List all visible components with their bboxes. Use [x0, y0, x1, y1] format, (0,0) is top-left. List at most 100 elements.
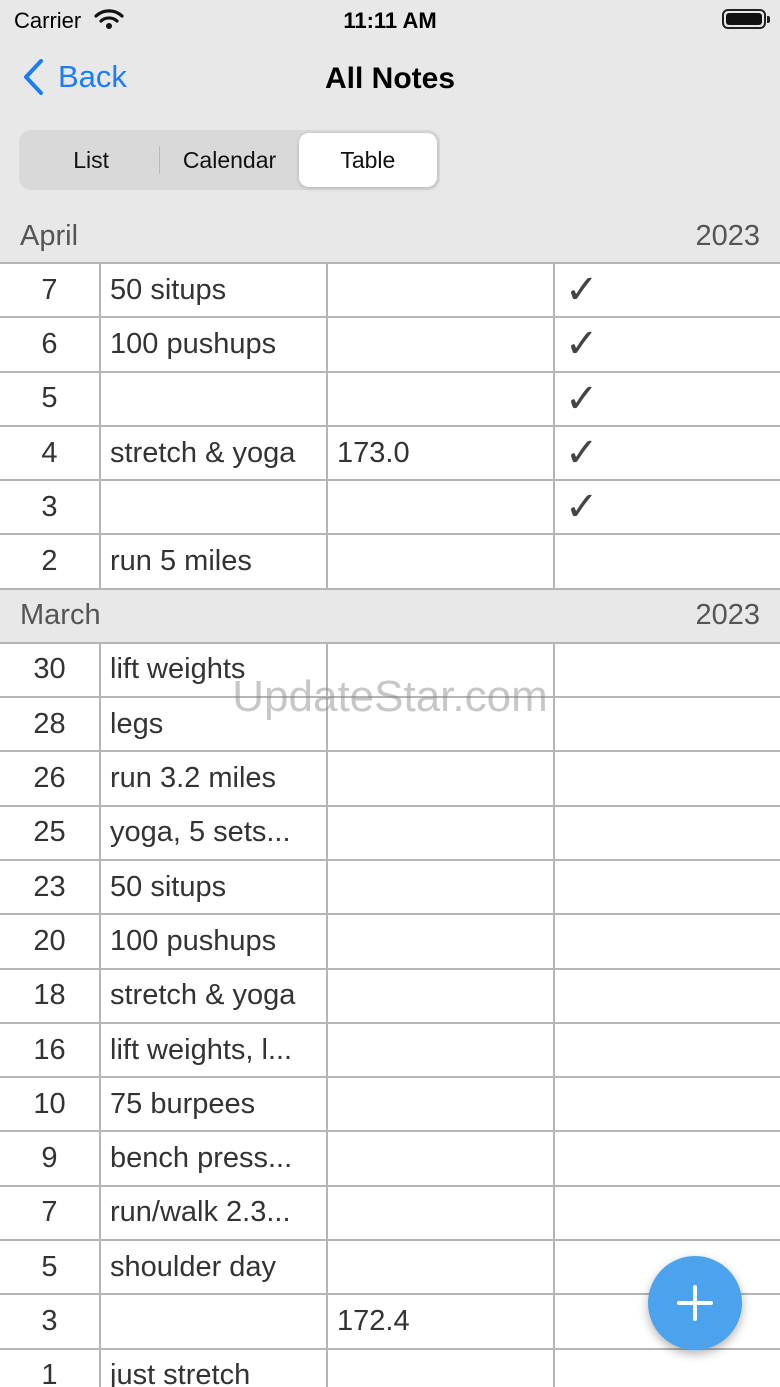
table-row[interactable]: 18 stretch & yoga: [0, 969, 780, 1024]
section-month: April: [20, 219, 79, 252]
table-row[interactable]: 1 just stretch: [0, 1349, 780, 1387]
add-note-button[interactable]: [648, 1256, 742, 1350]
day-cell: 26: [0, 752, 101, 805]
battery-icon: [722, 9, 770, 29]
table-row[interactable]: 6 100 pushups ✓: [0, 318, 780, 373]
check-cell: [555, 752, 780, 804]
check-cell: [555, 807, 780, 859]
note-cell: legs: [101, 698, 328, 751]
value-cell: [328, 264, 555, 317]
table-row[interactable]: 9 bench press...: [0, 1132, 780, 1187]
day-cell: 10: [0, 1078, 101, 1131]
section-month: March: [20, 599, 101, 632]
day-cell: 5: [0, 1241, 101, 1294]
check-cell: [555, 644, 780, 696]
value-cell: 172.4: [328, 1295, 555, 1348]
value-cell: [328, 752, 555, 805]
navigation-bar: Back All Notes List Calendar Table: [0, 40, 780, 210]
day-cell: 3: [0, 481, 101, 534]
note-cell: 75 burpees: [101, 1078, 328, 1131]
check-cell: [555, 915, 780, 967]
day-cell: 5: [0, 372, 101, 425]
day-cell: 4: [0, 426, 101, 480]
table-row[interactable]: 16 lift weights, l...: [0, 1023, 780, 1079]
value-cell: [328, 481, 555, 534]
value-cell: [328, 643, 555, 697]
check-cell: [555, 1024, 780, 1076]
note-cell: bench press...: [101, 1132, 328, 1185]
table-row[interactable]: 28 legs: [0, 698, 780, 753]
table-row[interactable]: 5 ✓: [0, 372, 780, 427]
status-bar: Carrier 11:11 AM: [0, 0, 780, 40]
segment-list[interactable]: List: [22, 133, 161, 187]
section-year: 2023: [695, 219, 760, 252]
note-cell: run 5 miles: [101, 535, 328, 588]
check-cell: [555, 861, 780, 913]
day-cell: 20: [0, 915, 101, 968]
checkmark-icon: ✓: [565, 375, 599, 422]
table-row[interactable]: 7 50 situps ✓: [0, 264, 780, 319]
day-cell: 2: [0, 535, 101, 588]
day-cell: 16: [0, 1023, 101, 1077]
check-cell: [555, 1132, 780, 1184]
table-row[interactable]: 2 run 5 miles: [0, 535, 780, 590]
table-row[interactable]: 4 stretch & yoga 173.0 ✓: [0, 426, 780, 482]
table-row[interactable]: 3 ✓: [0, 481, 780, 536]
checkmark-icon: ✓: [565, 430, 599, 477]
table-row[interactable]: 30 lift weights: [0, 643, 780, 699]
notes-table[interactable]: April 2023 7 50 situps ✓ 6 100 pushups ✓…: [0, 210, 780, 1387]
value-cell: [328, 1349, 555, 1387]
section-header-april: April 2023: [0, 210, 780, 264]
value-cell: [328, 1023, 555, 1077]
table-row[interactable]: 10 75 burpees: [0, 1078, 780, 1133]
note-cell: stretch & yoga: [101, 426, 328, 480]
table-row[interactable]: 25 yoga, 5 sets...: [0, 806, 780, 861]
note-cell: shoulder day: [101, 1241, 328, 1294]
page-title: All Notes: [324, 62, 456, 95]
view-mode-segmented-control: List Calendar Table: [19, 130, 440, 190]
note-cell: 50 situps: [101, 264, 328, 317]
note-cell: lift weights: [101, 643, 328, 697]
table-row[interactable]: 7 run/walk 2.3...: [0, 1186, 780, 1242]
day-cell: 3: [0, 1295, 101, 1348]
table-row[interactable]: 26 run 3.2 miles: [0, 752, 780, 807]
plus-icon: [677, 1285, 713, 1321]
day-cell: 7: [0, 1186, 101, 1240]
note-cell: 50 situps: [101, 860, 328, 914]
check-cell: [555, 1187, 780, 1239]
day-cell: 7: [0, 264, 101, 317]
value-cell: [328, 969, 555, 1022]
note-cell: [101, 1295, 328, 1348]
table-row[interactable]: 20 100 pushups: [0, 915, 780, 970]
note-cell: [101, 372, 328, 425]
day-cell: 28: [0, 698, 101, 751]
value-cell: [328, 915, 555, 968]
note-cell: lift weights, l...: [101, 1023, 328, 1077]
day-cell: 23: [0, 860, 101, 914]
value-cell: [328, 318, 555, 371]
value-cell: 173.0: [328, 426, 555, 480]
checkmark-icon: ✓: [565, 484, 599, 531]
note-cell: 100 pushups: [101, 318, 328, 371]
value-cell: [328, 372, 555, 425]
table-row[interactable]: 23 50 situps: [0, 860, 780, 916]
day-cell: 9: [0, 1132, 101, 1185]
day-cell: 1: [0, 1349, 101, 1387]
check-cell: [555, 970, 780, 1022]
check-cell: [555, 1078, 780, 1130]
day-cell: 30: [0, 643, 101, 697]
note-cell: run/walk 2.3...: [101, 1186, 328, 1240]
segment-table[interactable]: Table: [298, 133, 437, 187]
value-cell: [328, 535, 555, 588]
note-cell: yoga, 5 sets...: [101, 806, 328, 859]
segment-calendar[interactable]: Calendar: [160, 133, 298, 187]
check-cell: [555, 698, 780, 750]
note-cell: stretch & yoga: [101, 969, 328, 1022]
value-cell: [328, 1241, 555, 1294]
note-cell: [101, 481, 328, 534]
value-cell: [328, 806, 555, 859]
value-cell: [328, 698, 555, 751]
value-cell: [328, 860, 555, 914]
note-cell: just stretch: [101, 1349, 328, 1387]
day-cell: 6: [0, 318, 101, 371]
